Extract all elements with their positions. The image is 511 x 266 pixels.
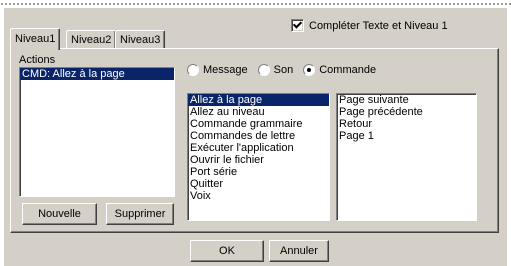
- action-type-group: Message Son Commande: [187, 64, 386, 76]
- radio-son[interactable]: Son: [257, 64, 294, 76]
- ok-button[interactable]: OK: [190, 240, 264, 262]
- radio-message-label: Message: [203, 64, 248, 76]
- list-item[interactable]: Page suivante: [337, 94, 476, 106]
- new-action-button[interactable]: Nouvelle: [22, 203, 97, 225]
- list-item[interactable]: Page précédente: [337, 106, 476, 118]
- radio-icon[interactable]: [187, 64, 199, 76]
- list-item[interactable]: Allez au niveau: [188, 106, 329, 118]
- radio-son-label: Son: [273, 64, 294, 76]
- parameters-list[interactable]: Page suivante Page précédente Retour Pag…: [336, 93, 477, 221]
- list-item[interactable]: Allez à la page: [188, 94, 329, 106]
- radio-icon[interactable]: [257, 64, 270, 76]
- dotted-border: [0, 0, 511, 8]
- tab-niveau3[interactable]: Niveau3: [115, 30, 166, 49]
- list-item[interactable]: Commande grammaire: [188, 118, 329, 130]
- list-item[interactable]: Retour: [337, 118, 476, 130]
- actions-list[interactable]: CMD: Allez à la page: [19, 67, 175, 197]
- list-item[interactable]: Commandes de lettre: [188, 130, 329, 142]
- checkbox-check-icon[interactable]: [291, 19, 304, 32]
- list-item[interactable]: Page 1: [337, 130, 476, 142]
- cancel-button[interactable]: Annuler: [269, 240, 329, 262]
- radio-commande-label: Commande: [319, 64, 377, 76]
- radio-commande[interactable]: Commande: [303, 64, 376, 76]
- list-item[interactable]: Voix: [188, 190, 329, 202]
- list-item[interactable]: Port série: [188, 166, 329, 178]
- list-item[interactable]: Exécuter l'application: [188, 142, 329, 154]
- radio-selected-icon[interactable]: [303, 64, 316, 76]
- list-item[interactable]: Ouvrir le fichier: [188, 154, 329, 166]
- actions-label: Actions: [19, 54, 56, 66]
- complete-text-label: Compléter Texte et Niveau 1: [309, 19, 448, 32]
- radio-message[interactable]: Message: [187, 64, 248, 76]
- tab-niveau2[interactable]: Niveau2: [66, 30, 117, 49]
- commands-list[interactable]: Allez à la page Allez au niveau Commande…: [187, 93, 330, 221]
- tab-niveau1[interactable]: Niveau1: [10, 28, 61, 50]
- list-item[interactable]: CMD: Allez à la page: [20, 68, 174, 80]
- list-item[interactable]: Quitter: [188, 178, 329, 190]
- complete-text-checkbox[interactable]: Compléter Texte et Niveau 1: [291, 19, 448, 32]
- delete-action-button[interactable]: Supprimer: [106, 203, 174, 225]
